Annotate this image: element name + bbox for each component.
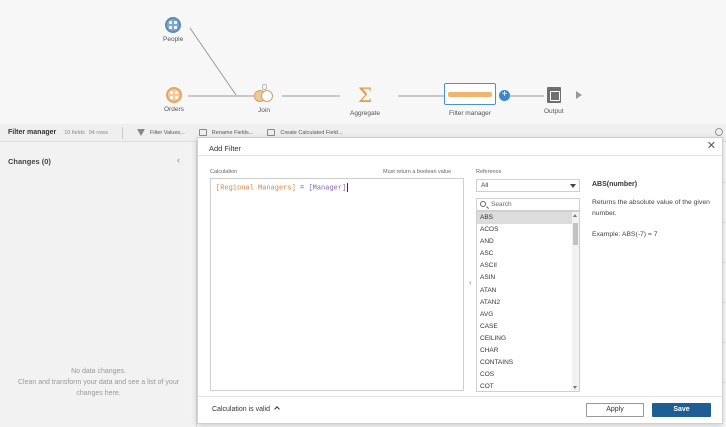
flow-node-orders[interactable]: Orders xyxy=(164,87,184,113)
dialog-footer-divider xyxy=(198,396,722,397)
scroll-down-icon[interactable] xyxy=(573,386,577,389)
function-item[interactable]: ABS xyxy=(477,212,573,225)
flow-node-label: People xyxy=(163,36,184,43)
function-item[interactable]: ATAN2 xyxy=(477,297,573,309)
chevron-up-icon xyxy=(274,406,280,412)
filter-values-button[interactable]: Filter Values... xyxy=(137,129,185,136)
flow-node-label: Aggregate xyxy=(350,110,380,117)
boolean-hint: Must return a boolean value xyxy=(383,169,452,175)
toolbar-divider xyxy=(122,126,124,139)
function-item[interactable]: CHAR xyxy=(477,345,573,357)
empty-line: No data changes. xyxy=(71,368,126,375)
clean-step-icon xyxy=(444,83,496,105)
scroll-thumb[interactable] xyxy=(573,223,578,245)
calculation-editor[interactable]: [Regional Managers] = [Manager] xyxy=(210,178,464,391)
calculation-status-text: Calculation is valid xyxy=(212,406,270,413)
flow-node-output[interactable]: Output xyxy=(544,87,564,115)
reference-category-select[interactable]: All xyxy=(476,179,580,192)
input-table-icon xyxy=(165,17,182,33)
changes-title: Changes (0) xyxy=(8,157,51,166)
field-count: 10 fields xyxy=(64,129,85,136)
calculated-field-icon xyxy=(267,129,276,136)
rename-fields-label: Rename Fields... xyxy=(211,129,254,136)
expr-field-regional-managers: [Regional Managers] xyxy=(216,184,296,193)
flow-node-label: Output xyxy=(544,108,564,115)
function-help-title: ABS(number) xyxy=(592,181,638,188)
funnel-icon xyxy=(137,129,146,136)
function-item[interactable]: ATAN xyxy=(477,285,573,297)
function-list[interactable]: ABS ACOS AND ASC ASCII ASIN ATAN ATAN2 A… xyxy=(476,211,580,392)
flow-node-label: Orders xyxy=(164,106,184,113)
add-filter-dialog: Add Filter ✕ Calculation Must return a b… xyxy=(197,137,723,424)
search-placeholder: Search xyxy=(491,201,512,208)
function-item[interactable]: ASIN xyxy=(477,272,573,284)
collapse-panel-chevron-icon[interactable]: ‹ xyxy=(177,155,180,165)
flow-node-aggregate[interactable]: Σ Aggregate xyxy=(350,83,380,117)
changes-empty-state: No data changes. Clean and transform you… xyxy=(0,366,197,399)
empty-line: changes here. xyxy=(76,390,121,397)
create-calculated-field-button[interactable]: Create Calculated Field... xyxy=(267,129,342,136)
dialog-title: Add Filter xyxy=(209,144,242,153)
function-item[interactable]: COT xyxy=(477,381,573,391)
apply-button[interactable]: Apply xyxy=(586,403,644,417)
add-step-plus-icon[interactable]: + xyxy=(499,90,510,101)
function-list-scrollbar[interactable] xyxy=(572,212,579,391)
row-count: 94 rows xyxy=(88,129,109,136)
flow-node-filter-manager[interactable]: Filter manager xyxy=(444,83,496,117)
collapse-reference-chevron-icon[interactable]: ‹ xyxy=(469,278,472,287)
close-icon[interactable]: ✕ xyxy=(707,141,716,152)
aggregate-sigma-icon: Σ xyxy=(357,83,373,107)
text-caret xyxy=(347,183,349,192)
rename-fields-button[interactable]: Rename Fields... xyxy=(198,129,254,136)
scroll-up-icon[interactable] xyxy=(573,214,577,217)
save-button[interactable]: Save xyxy=(652,403,711,417)
join-icon xyxy=(253,88,275,104)
search-icon xyxy=(480,201,486,207)
chevron-down-icon xyxy=(570,184,576,188)
input-table-icon xyxy=(165,87,182,103)
function-search-input[interactable]: Search xyxy=(476,198,580,211)
filter-values-label: Filter Values... xyxy=(150,129,185,136)
flow-node-people[interactable]: People xyxy=(163,17,183,43)
reference-selected-value: All xyxy=(481,182,489,189)
flow-canvas: People Orders Join Σ Aggregate Filter ma… xyxy=(0,0,726,124)
run-flow-play-icon[interactable] xyxy=(576,91,582,99)
function-item[interactable]: CONTAINS xyxy=(477,357,573,369)
expr-field-manager: [Manager] xyxy=(308,184,347,193)
dialog-header-divider xyxy=(198,155,722,156)
settings-gear-icon[interactable] xyxy=(715,128,723,136)
calculation-status-toggle[interactable]: Calculation is valid xyxy=(212,406,280,413)
flow-node-join[interactable]: Join xyxy=(253,88,275,114)
create-calc-label: Create Calculated Field... xyxy=(280,129,343,136)
function-item[interactable]: AVG xyxy=(477,309,573,321)
reference-label: Reference xyxy=(476,169,502,175)
expr-operator: = xyxy=(295,184,309,193)
function-item[interactable]: ACOS xyxy=(477,224,573,236)
output-icon xyxy=(546,87,561,103)
function-item[interactable]: ASCII xyxy=(477,260,573,272)
function-item[interactable]: ASC xyxy=(477,248,573,260)
calculation-label: Calculation xyxy=(210,169,238,175)
function-help-description: Returns the absolute value of the given … xyxy=(592,199,710,217)
empty-line: Clean and transform your data and see a … xyxy=(17,379,180,386)
function-item[interactable]: CASE xyxy=(477,321,573,333)
function-item[interactable]: CEILING xyxy=(477,333,573,345)
function-item[interactable]: COS xyxy=(477,369,573,381)
flow-node-label: Filter manager xyxy=(449,110,491,117)
function-help-example: Example: ABS(-7) = 7 xyxy=(592,231,658,238)
flow-node-label: Join xyxy=(258,107,270,114)
changes-panel: Changes (0) ‹ No data changes. Clean and… xyxy=(0,142,197,427)
step-title: Filter manager xyxy=(8,129,57,136)
function-item[interactable]: AND xyxy=(477,236,573,248)
rename-icon xyxy=(198,129,207,136)
